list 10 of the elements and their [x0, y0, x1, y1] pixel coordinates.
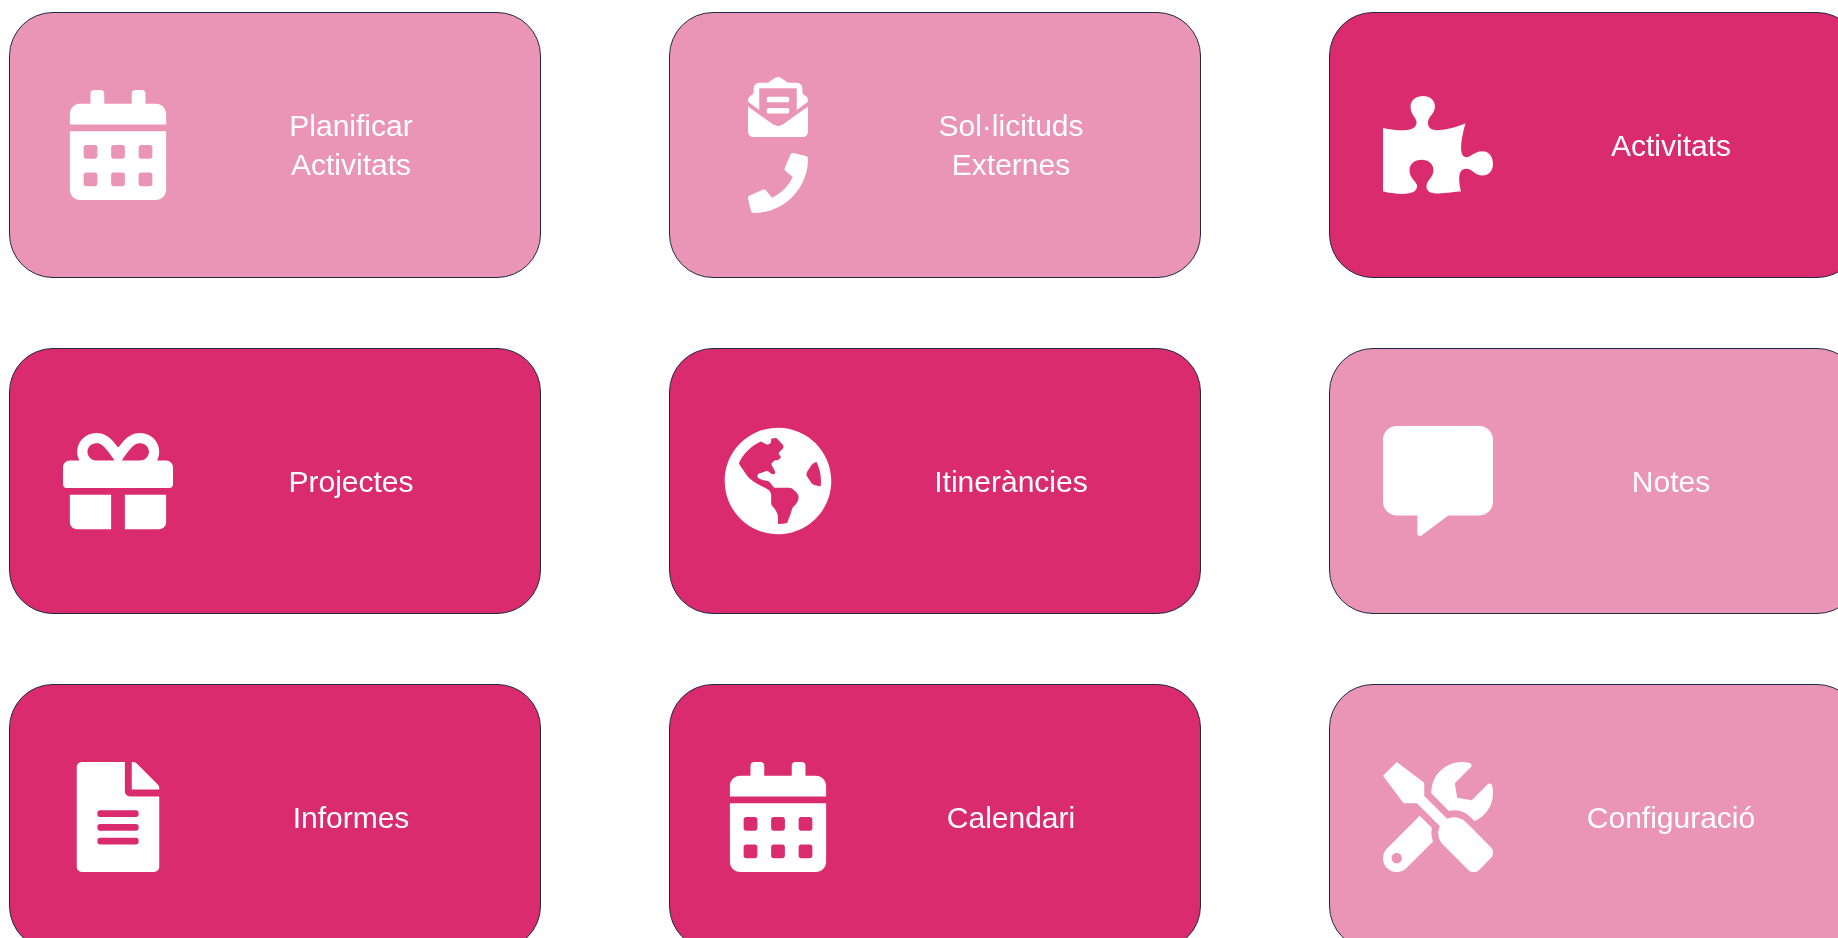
- phone-icon: [748, 153, 808, 213]
- menu-tile[interactable]: Itineràncies: [669, 348, 1201, 614]
- tools-icon: [1383, 762, 1493, 872]
- menu-tile[interactable]: Informes: [9, 684, 541, 938]
- menu-tile[interactable]: Activitats: [1329, 12, 1838, 278]
- globe-icon: [723, 426, 833, 536]
- menu-tile[interactable]: Projectes: [9, 348, 541, 614]
- speech-bubble-icon: [1383, 426, 1493, 536]
- menu-tile[interactable]: Calendari: [669, 684, 1201, 938]
- envelope-icon: [748, 77, 808, 137]
